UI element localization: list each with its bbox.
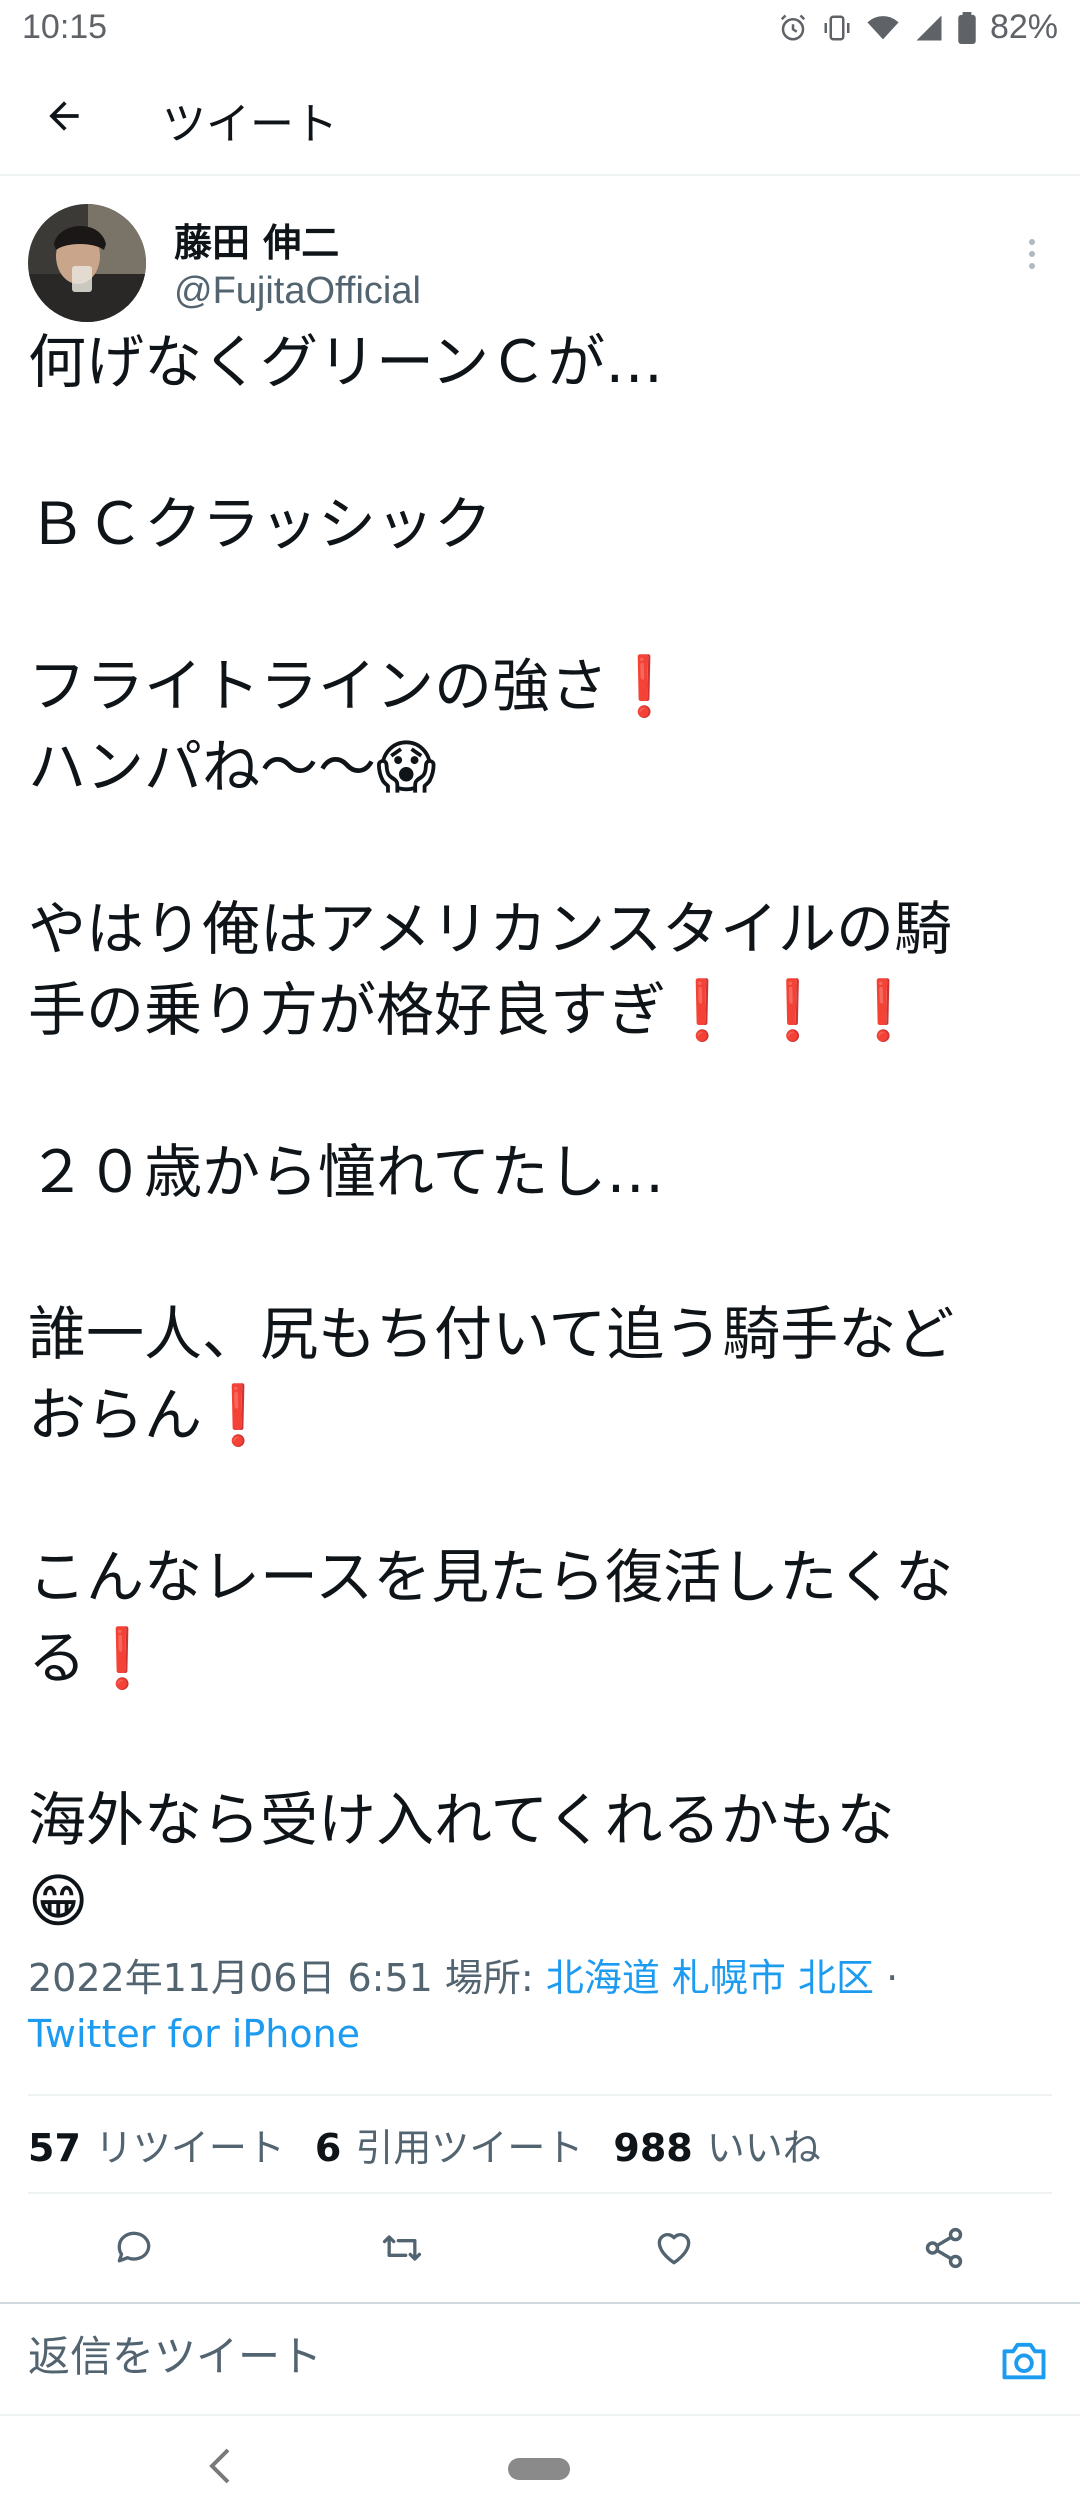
- tweet-line: やはり俺はアメリカンスタイルの騎: [28, 895, 952, 963]
- camera-icon: [1002, 2342, 1046, 2380]
- alarm-icon: [778, 13, 808, 43]
- status-time: 10:15: [22, 8, 108, 46]
- retweet-icon: [382, 2235, 422, 2261]
- signal-icon: [914, 13, 944, 43]
- avatar[interactable]: [28, 204, 146, 322]
- tweet-line: 海外なら受け入れてくれるかもな: [28, 1786, 895, 1854]
- like-button[interactable]: [644, 2218, 704, 2278]
- chevron-left-icon: [209, 2448, 230, 2484]
- tweet-author: 藤田 伸二 @FujitaOfficial: [28, 204, 1052, 324]
- quotes-label: 引用ツイート: [355, 2125, 584, 2170]
- reply-input[interactable]: [28, 2326, 928, 2386]
- quotes-count: 6: [314, 2125, 342, 2170]
- more-dot-icon: [1029, 251, 1035, 257]
- page-title: ツイート: [162, 99, 338, 150]
- camera-button[interactable]: [998, 2334, 1050, 2386]
- tweet-action-bar: [0, 2196, 1080, 2296]
- status-bar: 10:15 82%: [0, 0, 1080, 56]
- likes-stat[interactable]: 988 いいね: [613, 2117, 820, 2172]
- tweet-line: おらん: [28, 1381, 203, 1449]
- exclamation-emoji: ❗: [608, 652, 681, 720]
- exclamation-emoji: ❗: [756, 976, 829, 1044]
- reply-icon: [117, 2231, 151, 2263]
- tweet-line: ハンパね〜〜: [28, 733, 377, 801]
- reply-bar: [0, 2302, 1080, 2416]
- exclamation-emoji: ❗: [666, 976, 739, 1044]
- tweet-line: 誰一人、尻もち付いて追う騎手など: [28, 1300, 955, 1368]
- tweet-line: ２０歳から憧れてたし…: [28, 1138, 665, 1206]
- author-handle[interactable]: @FujitaOfficial: [174, 270, 421, 313]
- nav-back-button[interactable]: [204, 2446, 240, 2486]
- battery-icon: [958, 11, 976, 44]
- exclamation-emoji: ❗: [847, 976, 920, 1044]
- retweets-label: リツイート: [94, 2125, 285, 2170]
- heart-icon: [657, 2233, 691, 2265]
- likes-label: いいね: [706, 2125, 821, 2170]
- tweet-line: こんなレースを見たら復活したくな: [28, 1543, 954, 1611]
- back-button[interactable]: [34, 86, 94, 146]
- status-icons: 82%: [778, 8, 1058, 47]
- tweet-stats: 57 リツイート 6 引用ツイート 988 いいね: [28, 2094, 1052, 2194]
- retweets-count: 57: [28, 2125, 81, 2170]
- tweet-line: フライトラインの強さ: [28, 652, 609, 720]
- system-navigation-bar: [0, 2416, 1080, 2520]
- tweet-text: 何げなくグリーンＣが… ＢＣクラッシック フライトラインの強さ❗ ハンパね〜〜😱…: [28, 322, 1058, 1942]
- quotes-stat[interactable]: 6 引用ツイート: [315, 2117, 583, 2172]
- nav-home-pill[interactable]: [508, 2458, 570, 2480]
- tweet-datetime[interactable]: 2022年11月06日 6:51: [28, 1956, 433, 2000]
- share-icon: [925, 2227, 963, 2269]
- scream-emoji: 😱: [376, 733, 437, 801]
- tweet-line: ＢＣクラッシック: [28, 490, 493, 558]
- back-arrow-icon: [49, 101, 79, 131]
- likes-count: 988: [613, 2125, 693, 2170]
- vibrate-icon: [822, 13, 852, 43]
- battery-percent: 82%: [989, 8, 1058, 46]
- location-link[interactable]: 北海道 札幌市 北区: [546, 1956, 874, 2000]
- more-dot-icon: [1029, 239, 1035, 245]
- tweet-line: 手の乗り方が格好良すぎ: [28, 976, 667, 1044]
- top-app-bar: ツイート: [0, 66, 1080, 176]
- reply-button[interactable]: [104, 2218, 164, 2278]
- tweet-line: 何げなくグリーンＣが…: [28, 328, 664, 396]
- source-link[interactable]: Twitter for iPhone: [28, 2012, 360, 2056]
- exclamation-emoji: ❗: [202, 1381, 275, 1449]
- tweet-line: る: [28, 1624, 87, 1692]
- more-options-button[interactable]: [1012, 224, 1052, 284]
- wifi-icon: [866, 13, 900, 43]
- grin-emoji: 😁: [28, 1867, 89, 1935]
- meta-separator: ·: [886, 1956, 899, 2000]
- exclamation-emoji: ❗: [86, 1624, 159, 1692]
- retweets-stat[interactable]: 57 リツイート: [28, 2117, 285, 2172]
- author-name[interactable]: 藤田 伸二: [174, 212, 339, 267]
- location-label: 場所:: [444, 1956, 534, 2000]
- more-dot-icon: [1029, 263, 1035, 269]
- share-button[interactable]: [914, 2218, 974, 2278]
- tweet-meta: 2022年11月06日 6:51 場所: 北海道 札幌市 北区 · Twitte…: [28, 1950, 1058, 2062]
- retweet-button[interactable]: [372, 2218, 432, 2278]
